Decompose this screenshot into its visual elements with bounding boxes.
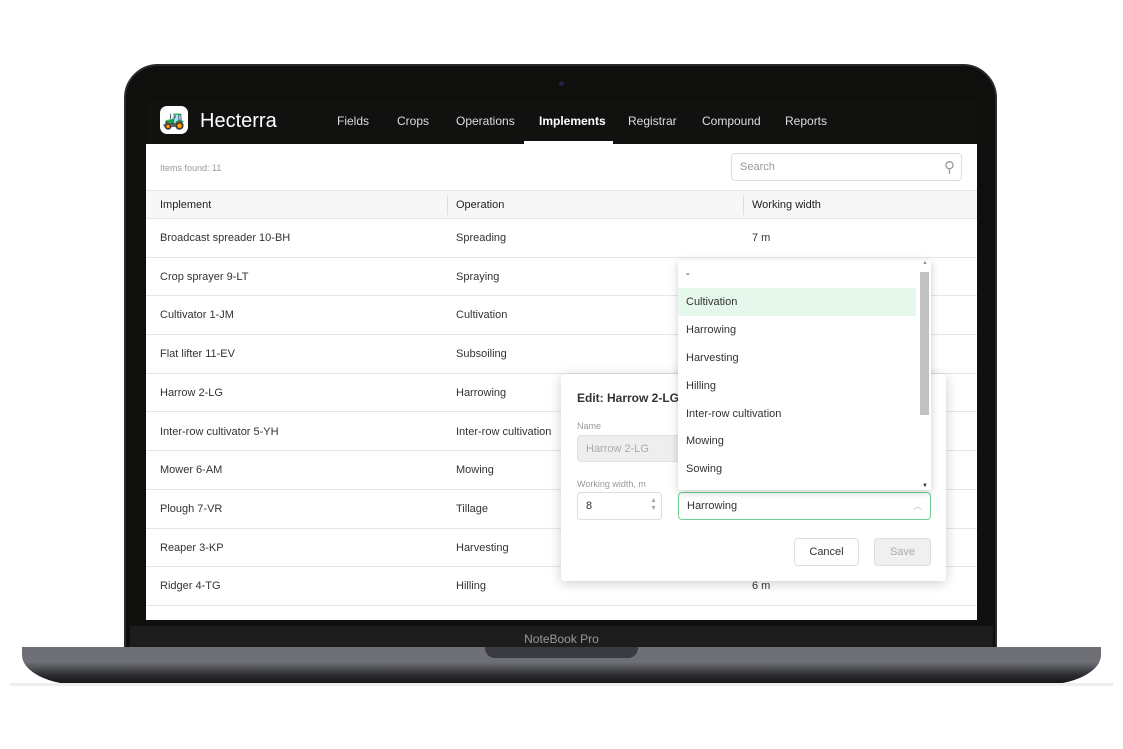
laptop-brand: NoteBook Pro [524, 632, 599, 646]
dropdown-option[interactable]: Mowing [678, 427, 916, 455]
active-tab-indicator [524, 141, 613, 144]
cell-operation: Mowing [456, 464, 494, 477]
nav-crops[interactable]: Crops [397, 114, 429, 128]
app-title: Hecterra [200, 110, 277, 132]
scroll-down-icon[interactable]: ▼ [922, 483, 928, 489]
nav-implements[interactable]: Implements [539, 114, 606, 128]
width-label: Working width, m [577, 479, 646, 489]
cell-implement: Mower 6-AM [160, 464, 223, 477]
chevron-up-icon: ︿ [912, 501, 922, 511]
operation-select-value: Harrowing [687, 500, 738, 512]
working-width-input[interactable]: 8 ▲ ▼ [577, 492, 662, 520]
dropdown-scrollbar[interactable] [920, 272, 929, 415]
col-operation[interactable]: Operation [456, 199, 504, 211]
save-button[interactable]: Save [874, 538, 931, 566]
cell-operation: Harvesting [456, 541, 509, 554]
dropdown-option[interactable]: - [678, 260, 916, 288]
cell-operation: Spraying [456, 270, 500, 283]
search-input[interactable]: Search ⚲ [731, 153, 962, 181]
col-implement[interactable]: Implement [160, 199, 211, 211]
cell-operation: Tillage [456, 502, 488, 515]
cell-width: 6 m [752, 580, 771, 593]
stepper-icon[interactable]: ▲ ▼ [650, 497, 657, 513]
cell-implement: Ridger 4-TG [160, 580, 221, 593]
col-working-width[interactable]: Working width [752, 199, 821, 211]
cell-operation: Hilling [456, 580, 486, 593]
cell-implement: Cultivator 1-JM [160, 309, 234, 322]
cancel-button[interactable]: Cancel [794, 538, 859, 566]
cell-implement: Harrow 2-LG [160, 386, 223, 399]
table-header: Implement Operation Working width [146, 190, 977, 219]
working-width-value: 8 [586, 500, 593, 512]
nav-compound[interactable]: Compound [702, 114, 761, 128]
search-placeholder: Search [740, 161, 775, 173]
dropdown-option[interactable]: Sowing [678, 455, 916, 483]
operation-dropdown: - Cultivation Harrowing Harvesting Hilling In… [678, 260, 931, 490]
laptop-notch [485, 647, 638, 658]
dropdown-option[interactable]: Harrowing [678, 316, 916, 344]
camera [559, 81, 564, 86]
cell-implement: Flat lifter 11-EV [160, 348, 235, 361]
cell-operation: Inter-row cultivation [456, 425, 552, 438]
cell-operation: Cultivation [456, 309, 508, 322]
table-row[interactable]: Broadcast spreader 10-BH Spreading 7 m [146, 219, 977, 258]
nav-registrar[interactable]: Registrar [628, 114, 677, 128]
cell-operation: Harrowing [456, 386, 507, 399]
cell-implement: Plough 7-VR [160, 502, 223, 515]
dropdown-option[interactable]: Cultivation [678, 287, 916, 316]
search-icon[interactable]: ⚲ [944, 158, 955, 176]
name-label: Name [577, 421, 602, 431]
items-count: Items found: 11 [160, 163, 222, 173]
cell-implement: Crop sprayer 9-LT [160, 270, 249, 283]
top-nav: 🚜 Hecterra Fields Crops Operations Imple… [146, 100, 977, 144]
scroll-up-icon[interactable]: ▲ [922, 260, 928, 266]
nav-operations[interactable]: Operations [456, 114, 515, 128]
operation-select[interactable]: Harrowing ︿ [678, 492, 931, 520]
app-screen: 🚜 Hecterra Fields Crops Operations Imple… [146, 100, 977, 620]
nav-reports[interactable]: Reports [785, 114, 827, 128]
column-divider [447, 195, 448, 215]
cell-operation: Subsoiling [456, 348, 507, 361]
dialog-title: Edit: Harrow 2-LG [577, 391, 680, 405]
nav-fields[interactable]: Fields [337, 114, 369, 128]
tractor-icon[interactable]: 🚜 [160, 106, 188, 134]
column-divider [743, 195, 744, 215]
cell-implement: Inter-row cultivator 5-YH [160, 425, 279, 438]
cell-operation: Spreading [456, 232, 507, 244]
dropdown-option[interactable]: Hilling [678, 372, 916, 400]
cell-implement: Reaper 3-KP [160, 541, 224, 554]
dropdown-option[interactable]: Inter-row cultivation [678, 400, 916, 428]
name-input: Harrow 2-LG [577, 435, 687, 462]
cell-width: 7 m [752, 232, 771, 244]
dropdown-option[interactable]: Harvesting [678, 344, 916, 372]
laptop-shadow [10, 683, 1113, 686]
cell-implement: Broadcast spreader 10-BH [160, 232, 291, 244]
